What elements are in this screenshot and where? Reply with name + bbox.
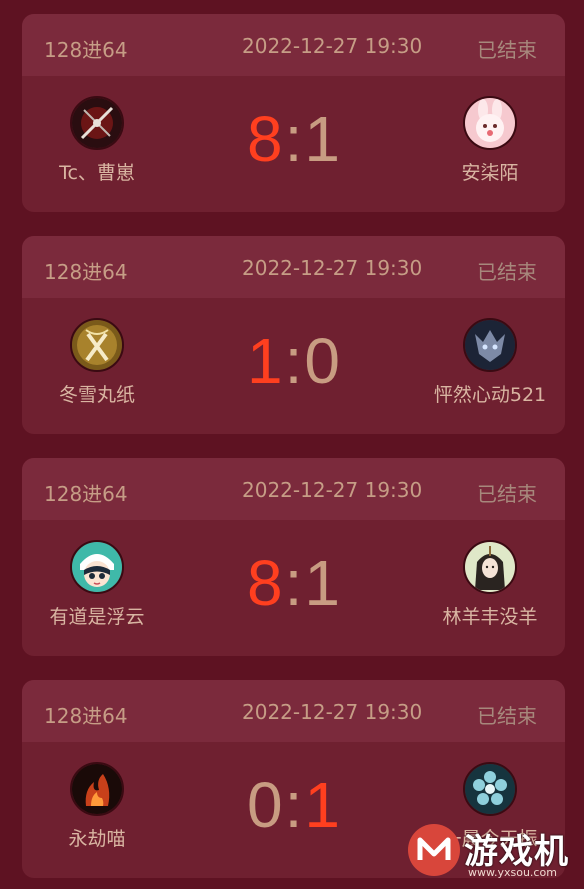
match-status: 已结束 (477, 704, 537, 728)
watermark: 游戏机 www.yxsou.com (408, 822, 578, 884)
left-player-name: 永劫喵 (68, 828, 126, 850)
match-header: 128进64 2022-12-27 19:30 已结束 (22, 458, 565, 520)
left-player-name: 冬雪丸纸 (58, 384, 135, 406)
match-status: 已结束 (477, 482, 537, 506)
right-score: 1 (304, 547, 340, 619)
round-label: 128进64 (44, 482, 128, 506)
left-player[interactable]: 有道是浮云 (22, 540, 172, 629)
score-separator: : (284, 325, 303, 397)
match-header: 128进64 2022-12-27 19:30 已结束 (22, 236, 565, 298)
match-status: 已结束 (477, 260, 537, 284)
score-separator: : (284, 103, 303, 175)
long-hair-girl-avatar-icon[interactable] (463, 540, 517, 594)
match-card[interactable]: 128进64 2022-12-27 19:30 已结束 Tc、曹崽 8:1 安柒… (22, 14, 565, 212)
match-score: 1:0 (232, 316, 355, 406)
round-label: 128进64 (44, 38, 128, 62)
right-score: 0 (304, 325, 340, 397)
left-player-name: Tc、曹崽 (59, 162, 135, 184)
pink-bunny-avatar-icon[interactable] (463, 96, 517, 150)
score-separator: : (284, 769, 303, 841)
left-score: 1 (247, 325, 283, 397)
match-time: 2022-12-27 19:30 (242, 256, 423, 280)
round-label: 128进64 (44, 260, 128, 284)
match-header: 128进64 2022-12-27 19:30 已结束 (22, 14, 565, 76)
left-player[interactable]: 冬雪丸纸 (22, 318, 172, 407)
right-player[interactable]: 林羊丰没羊 (415, 540, 565, 629)
match-score: 0:1 (232, 760, 355, 850)
blue-flower-avatar-icon[interactable] (463, 762, 517, 816)
left-score: 8 (247, 103, 283, 175)
left-score: 0 (247, 769, 283, 841)
left-score: 8 (247, 547, 283, 619)
right-player-name: 怦然心动521 (433, 384, 547, 406)
score-separator: : (284, 547, 303, 619)
match-body: 有道是浮云 8:1 林羊丰没羊 (22, 520, 565, 656)
match-body: 冬雪丸纸 1:0 怦然心动521 (22, 298, 565, 434)
match-body: Tc、曹崽 8:1 安柒陌 (22, 76, 565, 212)
right-score: 1 (304, 769, 340, 841)
left-player[interactable]: Tc、曹崽 (22, 96, 172, 185)
match-card[interactable]: 128进64 2022-12-27 19:30 已结束 有道是浮云 8:1 林羊… (22, 458, 565, 656)
fire-avatar-icon[interactable] (70, 762, 124, 816)
right-player[interactable]: 怦然心动521 (415, 318, 565, 407)
match-time: 2022-12-27 19:30 (242, 34, 423, 58)
right-player-name: 安柒陌 (461, 162, 519, 184)
match-header: 128进64 2022-12-27 19:30 已结束 (22, 680, 565, 742)
golden-swords-avatar-icon[interactable] (70, 318, 124, 372)
match-card[interactable]: 128进64 2022-12-27 19:30 已结束 冬雪丸纸 1:0 怦然心… (22, 236, 565, 434)
dragon-mask-avatar-icon[interactable] (463, 318, 517, 372)
match-time: 2022-12-27 19:30 (242, 478, 423, 502)
m-logo-icon (408, 824, 460, 876)
left-player[interactable]: 永劫喵 (22, 762, 172, 851)
match-list: 128进64 2022-12-27 19:30 已结束 Tc、曹崽 8:1 安柒… (0, 0, 584, 889)
match-time: 2022-12-27 19:30 (242, 700, 423, 724)
right-player[interactable]: 安柒陌 (415, 96, 565, 185)
watermark-url: www.yxsou.com (468, 866, 557, 879)
left-player-name: 有道是浮云 (49, 606, 145, 628)
right-player-name: 林羊丰没羊 (442, 606, 538, 628)
match-status: 已结束 (477, 38, 537, 62)
cartoon-girl-avatar-icon[interactable] (70, 540, 124, 594)
round-label: 128进64 (44, 704, 128, 728)
right-score: 1 (304, 103, 340, 175)
crossed-swords-avatar-icon[interactable] (70, 96, 124, 150)
match-score: 8:1 (232, 94, 355, 184)
match-score: 8:1 (232, 538, 355, 628)
